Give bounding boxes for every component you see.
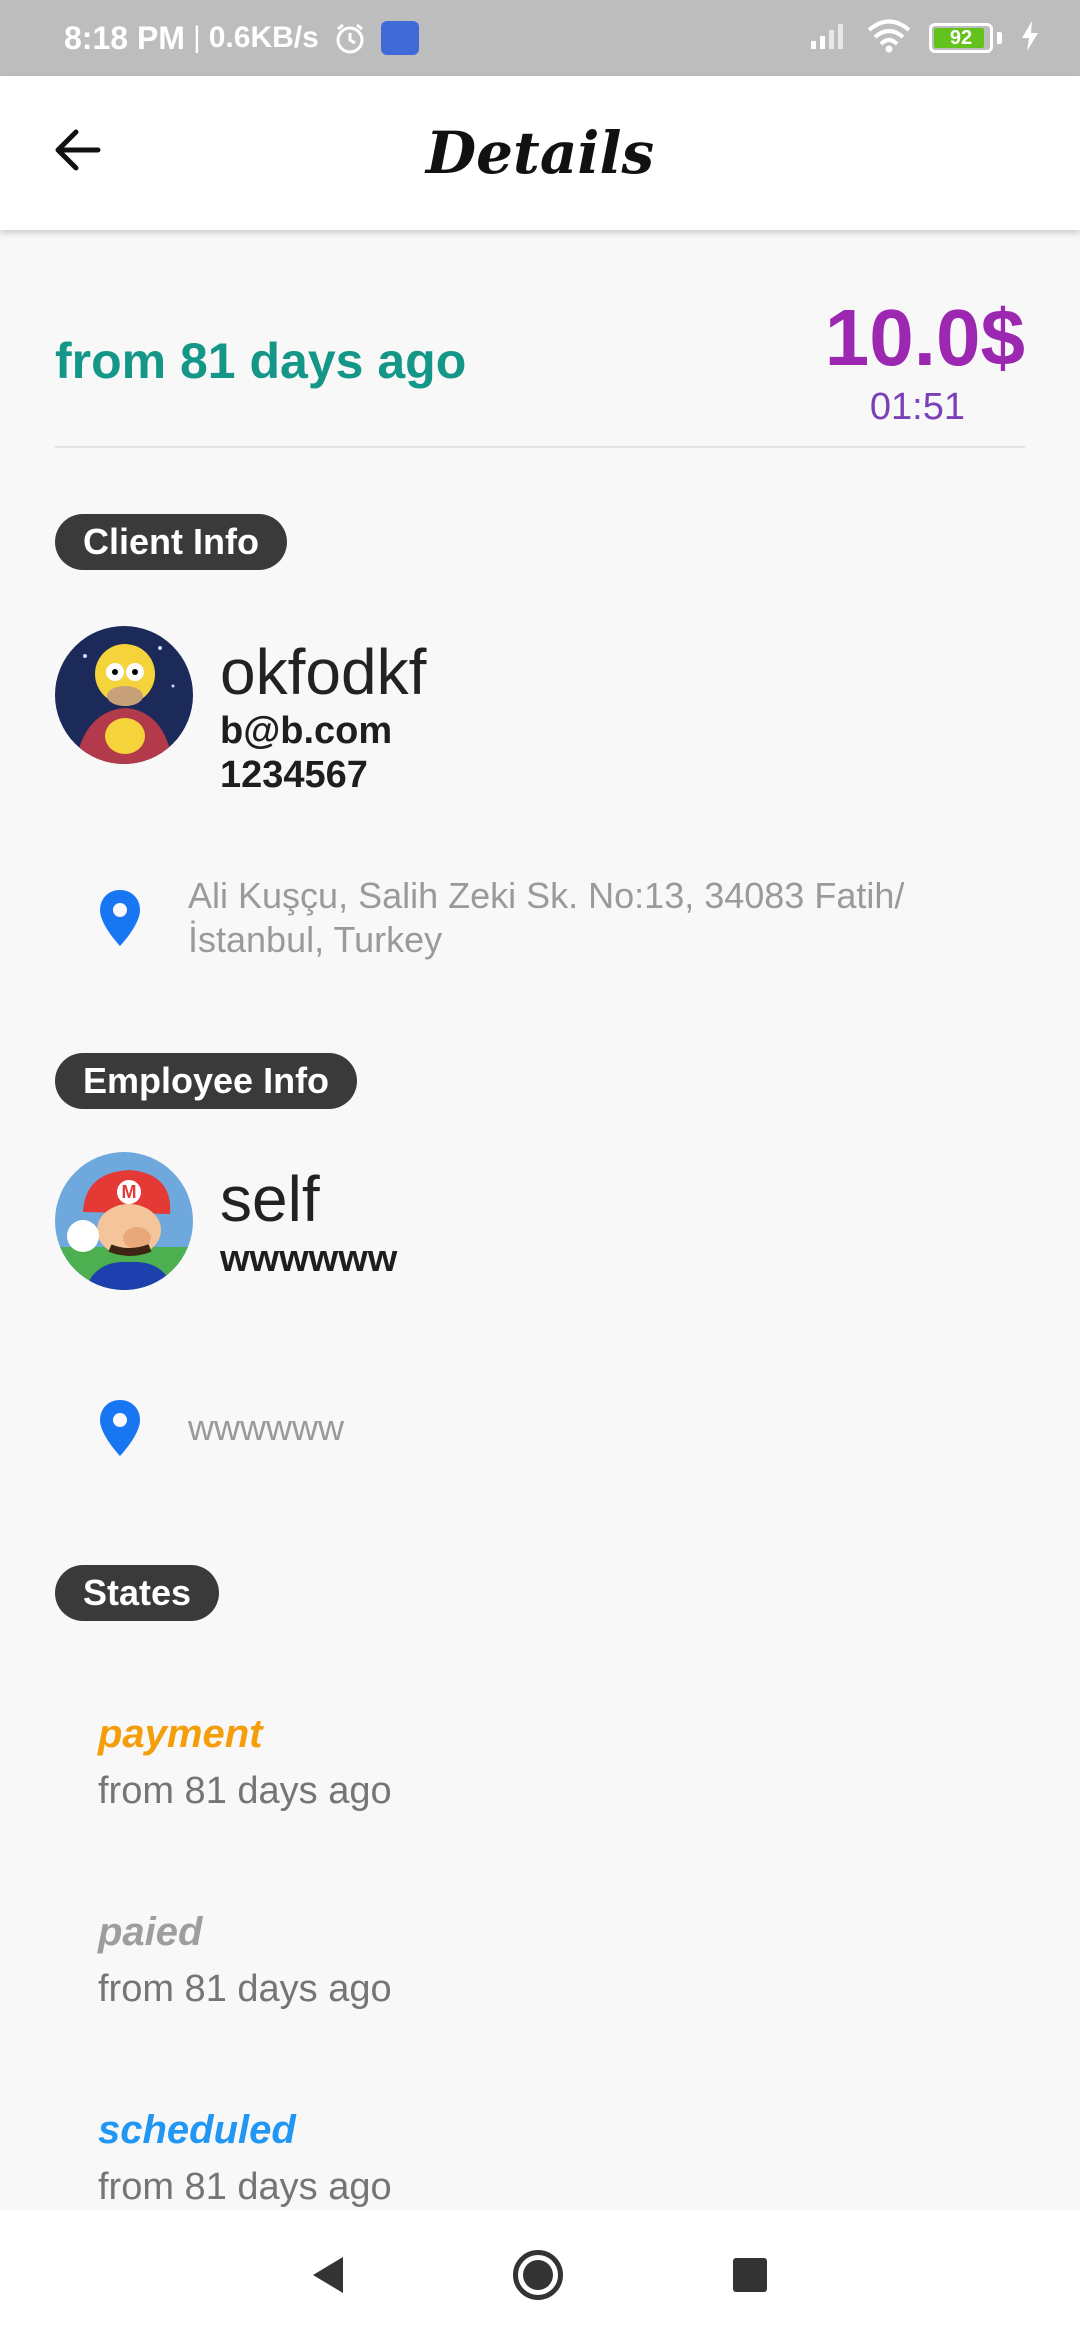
page-title: Details — [425, 119, 655, 187]
arrow-left-icon — [54, 128, 102, 177]
client-phone: 1234567 — [220, 754, 368, 796]
charging-icon — [1020, 20, 1040, 57]
client-name: okfodkf — [220, 636, 427, 708]
wifi-icon — [867, 19, 911, 58]
status-bar: 8:18 PM | 0.6KB/s 92 — [0, 0, 1080, 76]
client-address-line-1: Ali Kuşçu, Salih Zeki Sk. No:13, 34083 F… — [188, 875, 905, 916]
state-time-payment: from 81 days ago — [98, 1770, 392, 1812]
battery-icon: 92 — [929, 23, 993, 53]
client-avatar[interactable] — [55, 626, 193, 764]
summary-row: from 81 days ago 10.0$ 01:51 — [55, 292, 1025, 428]
system-nav-bar — [0, 2210, 1080, 2340]
employee-name: self — [220, 1163, 320, 1235]
client-email: b@b.com — [220, 710, 393, 752]
created-since: from 81 days ago — [55, 333, 467, 389]
client-address[interactable]: Ali Kuşçu, Salih Zeki Sk. No:13, 34083 F… — [188, 874, 1038, 962]
status-speed: 0.6KB/s — [208, 21, 319, 54]
client-info-label: Client Info — [55, 514, 287, 570]
client-address-line-2: İstanbul, Turkey — [188, 919, 443, 960]
battery-level: 92 — [949, 26, 973, 49]
employee-avatar[interactable]: M — [55, 1152, 193, 1290]
state-title-paied: paied — [98, 1910, 203, 1954]
employee-detail: wwwwww — [220, 1238, 398, 1280]
divider — [55, 446, 1025, 448]
states-label: States — [55, 1565, 220, 1621]
battery-tip — [997, 32, 1002, 44]
state-title-payment: payment — [98, 1712, 263, 1756]
app-bar: Details — [0, 76, 1080, 230]
state-time-scheduled: from 81 days ago — [98, 2166, 392, 2208]
state-time-paied: from 81 days ago — [98, 1968, 392, 2010]
back-button[interactable] — [46, 120, 110, 184]
state-title-scheduled: scheduled — [98, 2108, 296, 2152]
status-separator: | — [192, 21, 201, 54]
employee-info-label: Employee Info — [55, 1053, 358, 1109]
nav-home-icon[interactable] — [513, 2250, 563, 2300]
location-pin-icon — [96, 888, 144, 948]
svg-text:M: M — [122, 1182, 137, 1202]
status-time: 8:18 PM — [64, 19, 185, 56]
signal-icon — [809, 21, 849, 56]
location-pin-icon — [96, 1398, 144, 1458]
nav-recents-icon[interactable] — [733, 2258, 767, 2292]
appointment-time: 01:51 — [869, 386, 965, 428]
price-amount: 10.0$ — [824, 293, 1025, 382]
alarm-icon — [333, 21, 367, 55]
employee-address[interactable]: wwwwww — [188, 1406, 1038, 1450]
nav-back-icon[interactable] — [313, 2257, 343, 2293]
app-notification-icon — [380, 21, 419, 55]
